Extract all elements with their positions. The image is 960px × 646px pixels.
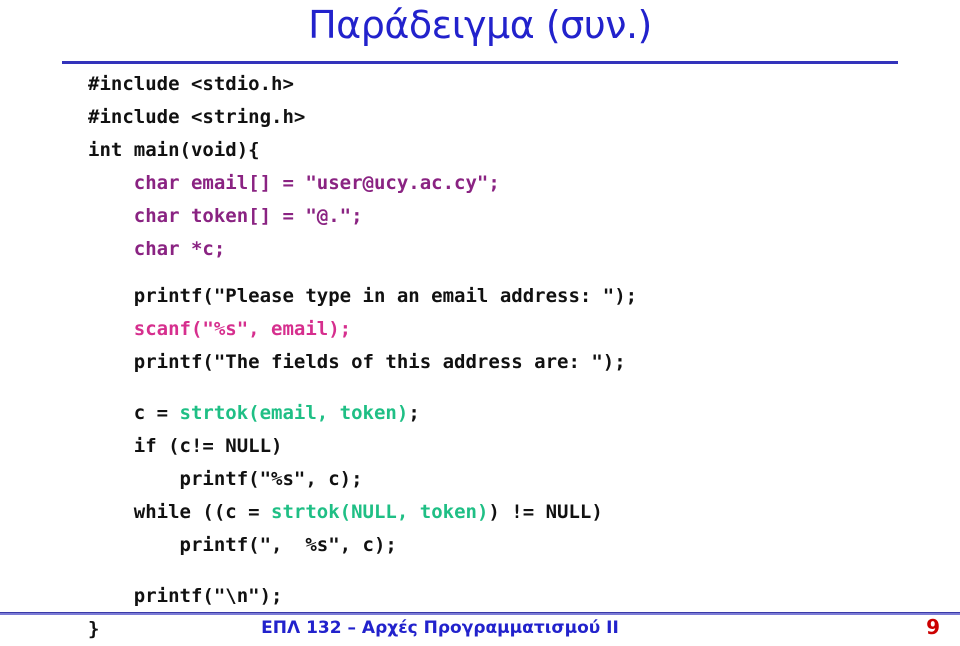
code-token: printf("The fields of this address are: … xyxy=(133,351,626,373)
slide-page-number: 9 xyxy=(926,615,940,639)
code-token: char *c; xyxy=(133,238,226,260)
footer-course-label: ΕΠΛ 132 – Αρχές Προγραμματισμού ΙΙ xyxy=(261,618,619,638)
code-line: if (c!= NULL) xyxy=(88,430,948,463)
code-token: int main(void){ xyxy=(88,139,260,161)
code-token: c = xyxy=(133,402,180,424)
code-token: #include <string.h> xyxy=(88,106,306,128)
title-divider-rule xyxy=(62,61,898,64)
code-token: while ((c = xyxy=(133,501,272,523)
code-token: strtok(email, token) xyxy=(179,402,409,424)
code-token: ; xyxy=(408,402,420,424)
code-line: c = strtok(email, token); xyxy=(88,397,948,430)
code-token: char token[] = "@."; xyxy=(133,205,363,227)
code-token: strtok(NULL, token) xyxy=(271,501,489,523)
code-line: printf(", %s", c); xyxy=(88,529,948,562)
code-line: int main(void){ xyxy=(88,134,948,167)
footer-divider-rule xyxy=(0,612,960,615)
code-line: scanf("%s", email); xyxy=(88,313,948,346)
code-line: #include <string.h> xyxy=(88,101,948,134)
code-line: printf("\n"); xyxy=(88,580,948,613)
code-line: char token[] = "@."; xyxy=(88,200,948,233)
code-token: char email[] = "user@ucy.ac.cy"; xyxy=(133,172,500,194)
page-title: Παράδειγμα (συν.) xyxy=(308,3,652,47)
code-token: #include <stdio.h> xyxy=(88,73,294,95)
code-token: scanf("%s", email); xyxy=(133,318,352,340)
code-token: printf("\n"); xyxy=(133,585,283,607)
code-token: printf("Please type in an email address:… xyxy=(133,285,638,307)
code-token: printf(", %s", c); xyxy=(179,534,397,556)
code-token: ) != NULL) xyxy=(488,501,603,523)
code-line: #include <stdio.h> xyxy=(88,68,948,101)
code-token: if (c!= NULL) xyxy=(133,435,283,457)
code-token: printf("%s", c); xyxy=(179,468,363,490)
code-listing: #include <stdio.h> #include <string.h> int… xyxy=(88,68,948,646)
code-line: printf("Please type in an email address:… xyxy=(88,280,948,313)
code-line: while ((c = strtok(NULL, token)) != NULL… xyxy=(88,496,948,529)
code-line: printf("The fields of this address are: … xyxy=(88,346,948,379)
code-line: printf("%s", c); xyxy=(88,463,948,496)
code-line: char email[] = "user@ucy.ac.cy"; xyxy=(88,167,948,200)
code-line: char *c; xyxy=(88,233,948,266)
